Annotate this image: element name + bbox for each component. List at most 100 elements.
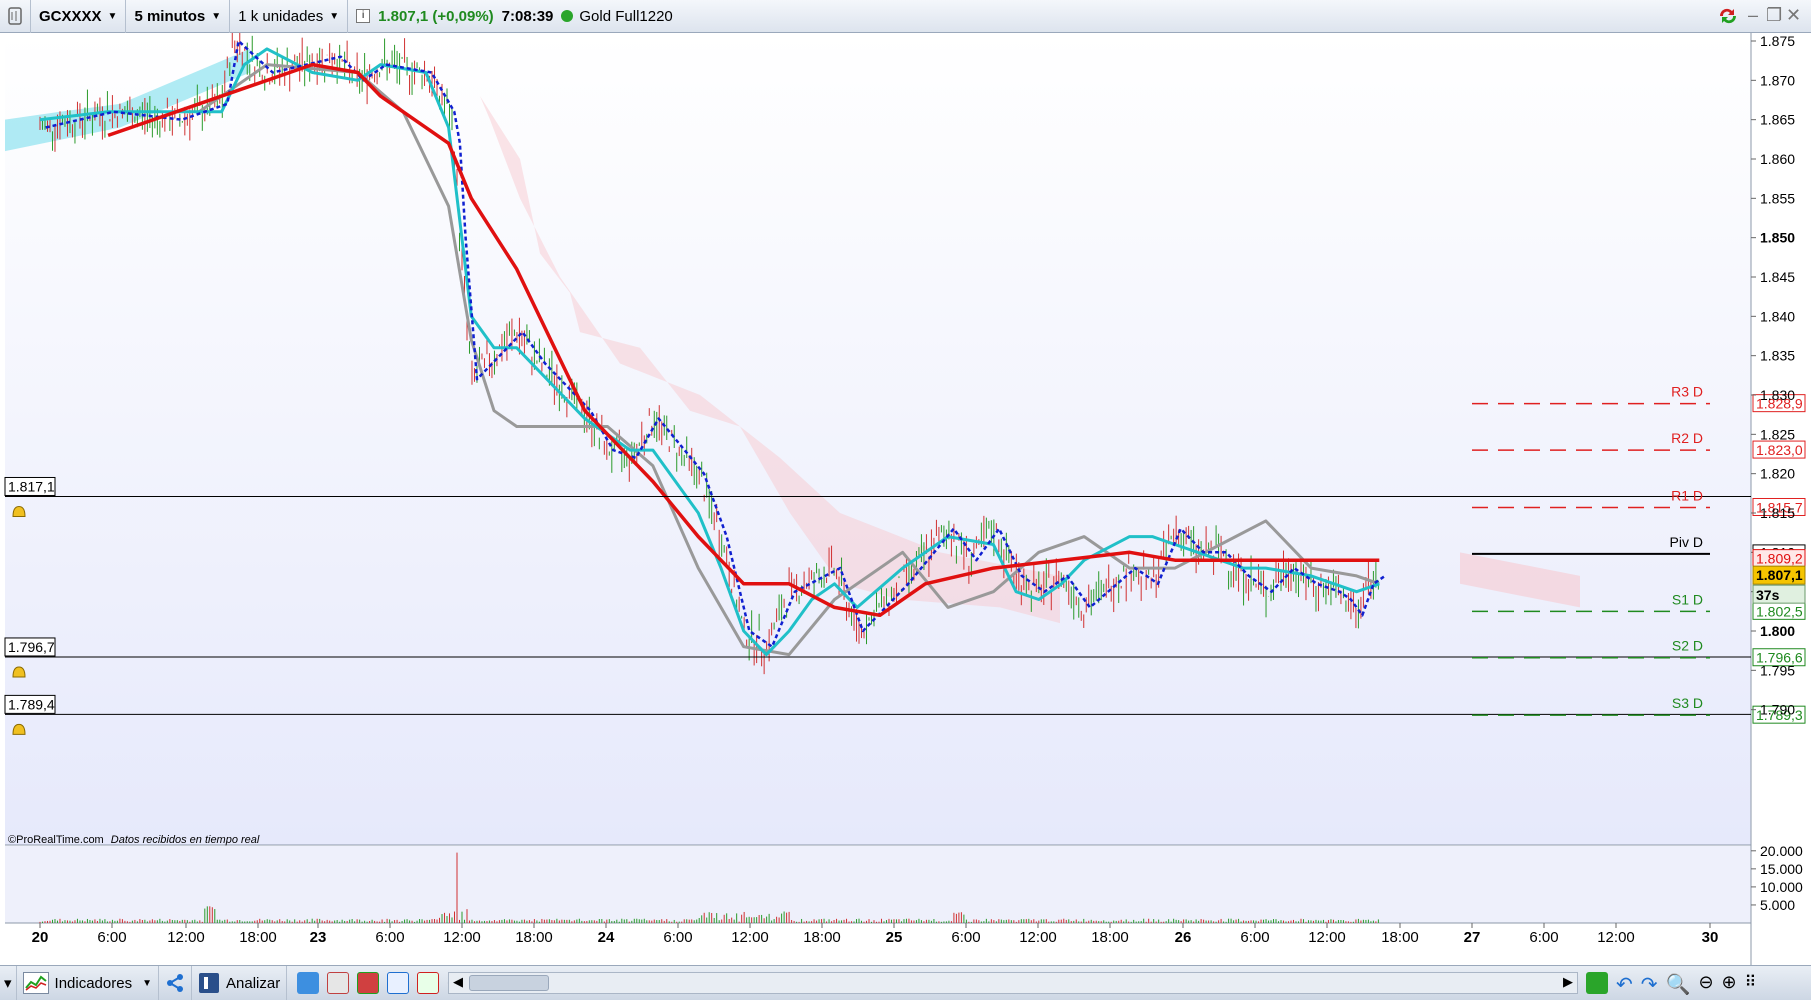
time-axis-label: 6:00 bbox=[663, 929, 692, 946]
scroll-right-icon[interactable]: ▶ bbox=[1563, 974, 1573, 990]
alert-line-label: 1.789,4 bbox=[8, 696, 55, 712]
price-axis-label: 1.825 bbox=[1760, 426, 1795, 442]
time-axis-label: 20 bbox=[32, 929, 49, 946]
time-axis-label: 25 bbox=[886, 929, 903, 946]
bell-icon bbox=[12, 723, 26, 735]
units-selector[interactable]: 1 k unidades ▼ bbox=[230, 0, 349, 33]
price-axis-label: 1.840 bbox=[1760, 308, 1795, 324]
volume-axis-label: 15.000 bbox=[1760, 861, 1803, 877]
analyze-icon bbox=[199, 973, 219, 993]
horizontal-scrollbar[interactable]: ◀ ▶ bbox=[448, 972, 1578, 994]
price-axis-label: 1.875 bbox=[1760, 33, 1795, 49]
time-axis-label: 27 bbox=[1464, 929, 1481, 946]
time-axis-label: 6:00 bbox=[375, 929, 404, 946]
time-axis-label: 12:00 bbox=[1308, 929, 1346, 946]
watermark-realtime: Datos recibidos en tiempo real bbox=[110, 834, 260, 846]
instrument-name: Gold Full1220 bbox=[579, 7, 673, 25]
time-axis-label: 12:00 bbox=[731, 929, 769, 946]
price-axis-label: 1.830 bbox=[1760, 387, 1795, 403]
price-pane-bg bbox=[5, 33, 1751, 845]
bell-icon bbox=[12, 505, 26, 517]
scroll-left-icon[interactable]: ◀ bbox=[453, 974, 463, 990]
price-chart[interactable]: 1.817,11.796,71.789,4 R3 D1.828,9R2 D1.8… bbox=[0, 33, 1811, 965]
symbol-selector[interactable]: GCXXXX ▼ bbox=[31, 0, 127, 33]
indicators-label: Indicadores bbox=[54, 974, 133, 992]
watermark-source: ©ProRealTime.com bbox=[8, 834, 104, 846]
time-axis-label: 12:00 bbox=[443, 929, 481, 946]
pivot-label: R1 D bbox=[1671, 487, 1703, 503]
countdown-value: 37s bbox=[1756, 587, 1780, 603]
pivot-label: R2 D bbox=[1671, 430, 1703, 446]
time-axis-label: 24 bbox=[598, 929, 615, 946]
zoom-in-icon[interactable]: ⊕ bbox=[1722, 972, 1737, 997]
minimize-icon[interactable]: – bbox=[1748, 5, 1758, 26]
zoom-out-icon[interactable]: ⊖ bbox=[1698, 972, 1713, 997]
red-ma-value: 1.809,2 bbox=[1756, 551, 1803, 567]
pivot-label: R3 D bbox=[1671, 384, 1703, 400]
alert-line-label: 1.796,7 bbox=[8, 639, 55, 655]
chart-menu-icon[interactable] bbox=[0, 0, 31, 33]
order-icon[interactable] bbox=[417, 972, 440, 994]
price-axis-label: 1.865 bbox=[1760, 112, 1795, 128]
pivot-label: S3 D bbox=[1672, 695, 1703, 711]
price-axis-label: 1.790 bbox=[1760, 702, 1795, 718]
time-axis-label: 23 bbox=[310, 929, 327, 946]
sync-icon[interactable] bbox=[1716, 5, 1740, 32]
list-icon[interactable] bbox=[327, 972, 350, 994]
time-axis-label: 12:00 bbox=[1597, 929, 1635, 946]
timeframe-selector[interactable]: 5 minutos ▼ bbox=[126, 0, 231, 33]
comment-icon[interactable] bbox=[297, 972, 320, 994]
price-axis-label: 1.860 bbox=[1760, 151, 1795, 167]
time-axis-label: 12:00 bbox=[1019, 929, 1057, 946]
quote-info: i 1.807,1 (+0,09%) 7:08:39 Gold Full1220 bbox=[348, 0, 681, 33]
alert-line-label: 1.817,1 bbox=[8, 478, 55, 494]
price-axis-label: 1.870 bbox=[1760, 72, 1795, 88]
close-icon[interactable]: ✕ bbox=[1786, 5, 1801, 26]
top-toolbar: GCXXXX ▼ 5 minutos ▼ 1 k unidades ▼ i 1.… bbox=[0, 0, 1811, 33]
more-icon[interactable]: ⠿ bbox=[1745, 972, 1757, 997]
pivot-value: 1.802,5 bbox=[1756, 603, 1803, 619]
pivot-label: Piv D bbox=[1670, 534, 1703, 550]
table-icon[interactable] bbox=[357, 972, 380, 994]
chart-area[interactable]: 1.817,1 1.796,7 1.789,4 R3 D 1.828,9 R2 D 1.8… bbox=[0, 33, 1811, 965]
price-badges: 1.809,21.807,1 37s bbox=[1752, 549, 1806, 604]
analyze-button[interactable]: Analizar bbox=[192, 965, 288, 1000]
units-label: 1 k unidades bbox=[238, 7, 324, 25]
redo-icon[interactable]: ↷ bbox=[1641, 972, 1658, 997]
dock-icon[interactable] bbox=[1586, 972, 1608, 994]
price-axis-label: 1.820 bbox=[1760, 466, 1795, 482]
time-axis-label: 18:00 bbox=[803, 929, 841, 946]
restore-icon[interactable]: ❐ bbox=[1766, 5, 1782, 26]
undo-icon[interactable]: ↶ bbox=[1616, 972, 1633, 997]
chevron-down-icon: ▼ bbox=[107, 10, 118, 22]
price-axis-label: 1.795 bbox=[1760, 662, 1795, 678]
time-axis-label: 30 bbox=[1702, 929, 1719, 946]
drawing-tools: « bbox=[287, 966, 462, 1000]
info-icon[interactable]: i bbox=[356, 9, 371, 23]
price-axis-label: 1.850 bbox=[1760, 230, 1795, 246]
pivot-label: S2 D bbox=[1672, 638, 1703, 654]
chart-window-icon[interactable] bbox=[387, 972, 410, 994]
collapse-arrow-icon[interactable]: ▾ bbox=[0, 965, 17, 1000]
analyze-label: Analizar bbox=[226, 974, 281, 992]
price-axis-label: 1.855 bbox=[1760, 190, 1795, 206]
chevron-down-icon: ▼ bbox=[211, 10, 222, 22]
zoom-fit-icon[interactable]: 🔍 bbox=[1666, 972, 1691, 997]
volume-axis-label: 5.000 bbox=[1760, 897, 1795, 913]
price-axis-label: 1.845 bbox=[1760, 269, 1795, 285]
status-dot-icon bbox=[561, 10, 574, 22]
share-icon bbox=[167, 974, 183, 992]
time-axis-label: 18:00 bbox=[1381, 929, 1419, 946]
scroll-thumb[interactable] bbox=[469, 975, 549, 991]
indicators-button[interactable]: Indicadores ▼ bbox=[17, 965, 159, 1000]
chevron-down-icon: ▼ bbox=[142, 977, 152, 989]
watermark: ©ProRealTime.com Datos recibidos en tiem… bbox=[8, 834, 259, 846]
bottom-toolbar: ▾ Indicadores ▼ Analizar « ◀ ▶ ↶ ↷ 🔍 ⊖ ⊕… bbox=[0, 965, 1811, 1000]
time-axis-label: 6:00 bbox=[951, 929, 980, 946]
share-button[interactable] bbox=[159, 965, 192, 1000]
time-axis-label: 18:00 bbox=[515, 929, 553, 946]
pivot-value: 1.823,0 bbox=[1756, 442, 1803, 458]
time-axis: 20 6:00 12:00 18:00 23 6:00 12:00 18:00 24 6:00 12… bbox=[32, 923, 1719, 946]
price-axis-label: 1.835 bbox=[1760, 348, 1795, 364]
time-axis-label: 6:00 bbox=[1240, 929, 1269, 946]
